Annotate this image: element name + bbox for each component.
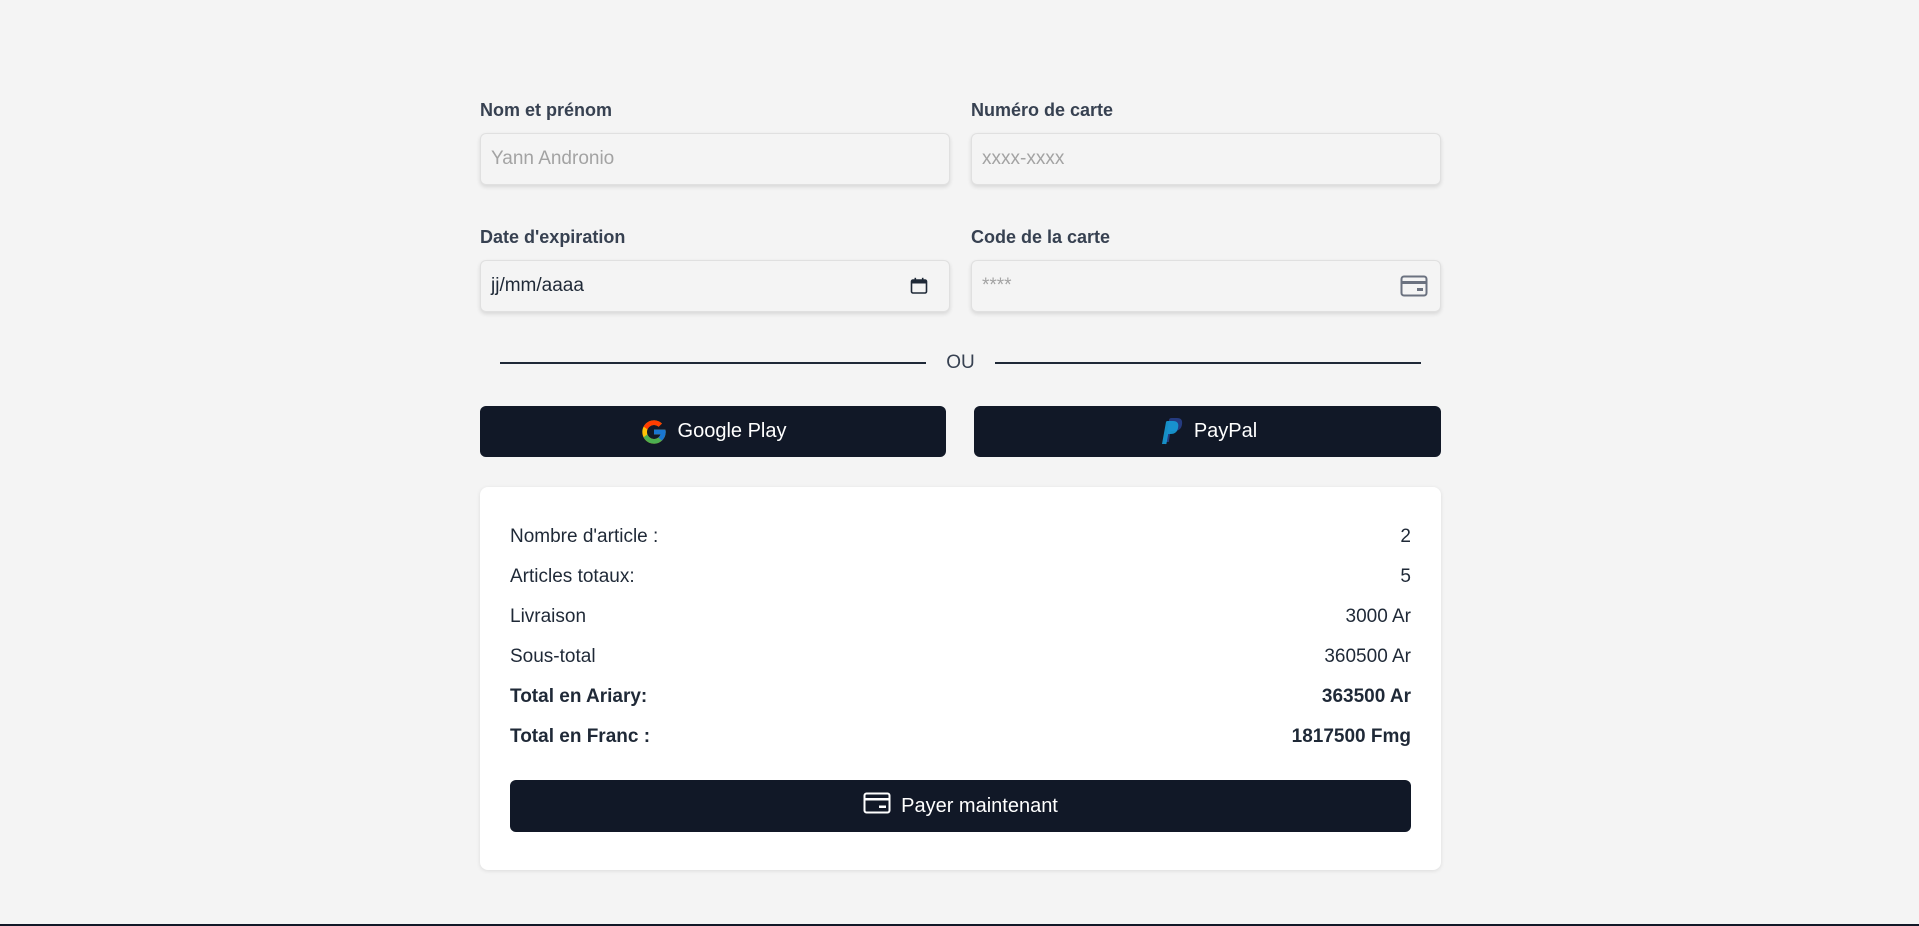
credit-card-icon: [863, 792, 891, 820]
summary-row-subtotal: Sous-total 360500 Ar: [510, 637, 1411, 677]
order-summary-card: Nombre d'article : 2 Articles totaux: 5 …: [480, 487, 1441, 870]
summary-row-delivery: Livraison 3000 Ar: [510, 597, 1411, 637]
or-divider: OU: [500, 351, 1421, 375]
summary-value: 363500 Ar: [1321, 686, 1411, 707]
form-row-1: Nom et prénom Numéro de carte: [480, 98, 1441, 185]
name-input-box: [480, 133, 950, 185]
expiration-date-value: jj/mm/aaaa: [491, 275, 584, 296]
or-text: OU: [946, 352, 975, 373]
summary-label: Articles totaux:: [510, 566, 635, 587]
summary-label: Total en Franc :: [510, 726, 651, 747]
divider-line-right: [995, 362, 1421, 364]
card-number-input-box: [971, 133, 1441, 185]
summary-value: 2: [1400, 526, 1411, 547]
summary-row-total-articles: Articles totaux: 5: [510, 557, 1411, 597]
google-play-label: Google Play: [677, 420, 787, 442]
summary-value: 3000 Ar: [1345, 606, 1412, 627]
form-row-2: Date d'expiration jj/mm/aaaa Code de la …: [480, 225, 1441, 312]
pay-now-label: Payer maintenant: [901, 794, 1058, 817]
divider-line-left: [500, 362, 926, 364]
summary-label: Total en Ariary:: [510, 686, 648, 707]
name-field-group: Nom et prénom: [480, 98, 950, 185]
summary-value: 1817500 Fmg: [1291, 726, 1411, 747]
alt-payment-buttons: Google Play PayPal: [480, 406, 1441, 457]
name-label: Nom et prénom: [480, 100, 613, 120]
card-code-input-box: [971, 260, 1441, 312]
summary-value: 5: [1400, 566, 1411, 587]
payment-page: Nom et prénom Numéro de carte Date d'exp…: [0, 0, 1919, 926]
summary-row-total-ariary: Total en Ariary: 363500 Ar: [510, 677, 1411, 717]
summary-row-total-franc: Total en Franc : 1817500 Fmg: [510, 717, 1411, 757]
expiration-label: Date d'expiration: [480, 227, 626, 247]
summary-value: 360500 Ar: [1324, 646, 1411, 667]
card-code-field-group: Code de la carte: [971, 225, 1441, 312]
summary-label: Sous-total: [510, 646, 596, 667]
card-code-input[interactable]: [972, 261, 1440, 311]
summary-row-article-count: Nombre d'article : 2: [510, 517, 1411, 557]
google-icon: [640, 418, 668, 446]
google-play-button[interactable]: Google Play: [480, 406, 946, 457]
name-input[interactable]: [481, 134, 949, 184]
credit-card-icon: [1400, 275, 1428, 297]
summary-label: Livraison: [510, 606, 587, 627]
paypal-button[interactable]: PayPal: [974, 406, 1441, 457]
expiration-date-input[interactable]: jj/mm/aaaa: [480, 260, 950, 312]
expiration-field-group: Date d'expiration jj/mm/aaaa: [480, 225, 950, 312]
payment-form: Nom et prénom Numéro de carte Date d'exp…: [480, 98, 1441, 870]
summary-label: Nombre d'article :: [510, 526, 659, 547]
paypal-label: PayPal: [1193, 420, 1258, 442]
card-number-input[interactable]: [972, 134, 1440, 184]
card-number-label: Numéro de carte: [971, 100, 1114, 120]
card-number-field-group: Numéro de carte: [971, 98, 1441, 185]
card-code-label: Code de la carte: [971, 227, 1111, 247]
pay-now-button[interactable]: Payer maintenant: [510, 780, 1411, 832]
calendar-icon[interactable]: [910, 277, 928, 295]
paypal-icon: [1158, 416, 1184, 448]
